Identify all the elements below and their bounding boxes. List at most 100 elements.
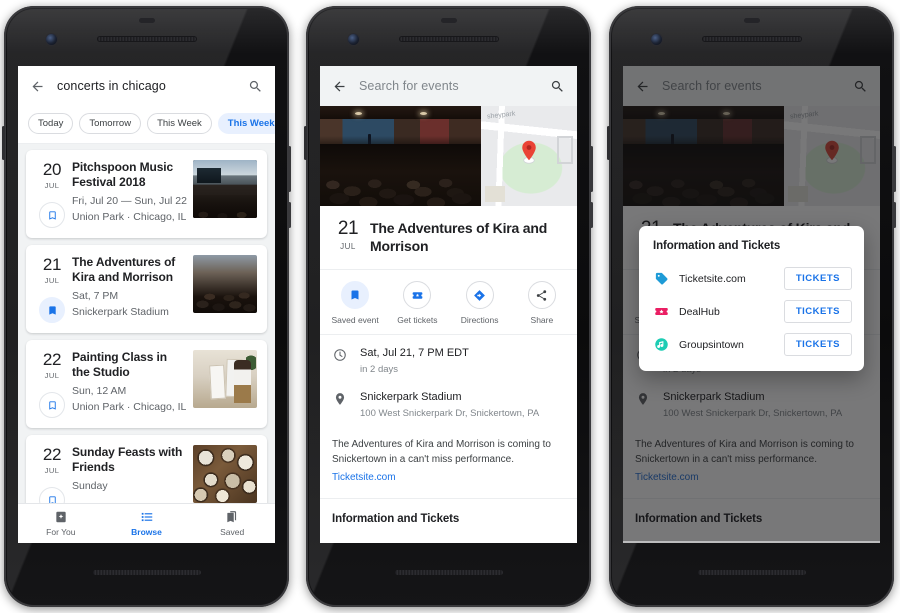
chip-today[interactable]: Today xyxy=(28,113,74,134)
event-datetime: Sat, Jul 21, 7 PM EDT xyxy=(360,347,469,359)
nav-browse[interactable]: Browse xyxy=(104,504,190,543)
action-label: Share xyxy=(530,315,554,325)
bookmark-outline-icon[interactable] xyxy=(39,202,65,228)
phone-search-list: concerts in chicago Today Tomorrow This … xyxy=(2,6,291,607)
phone-screen: Search for events sheypark xyxy=(623,66,880,543)
event-header: 21 JUL The Adventures of Kira and Morris… xyxy=(320,206,577,270)
event-month: JUL xyxy=(44,371,60,380)
phone-screen: Search for events sheypark xyxy=(320,66,577,543)
action-label: Directions xyxy=(460,315,499,325)
clock-icon xyxy=(332,346,348,362)
tickets-button[interactable]: TICKETS xyxy=(783,300,852,323)
list-item[interactable]: Groupsintown TICKETS xyxy=(639,328,864,361)
vendor-name: Ticketsite.com xyxy=(679,272,746,285)
bottom-navigation[interactable]: For You Browse Saved xyxy=(18,503,275,543)
front-camera-icon xyxy=(651,34,662,45)
arrow-back-icon[interactable] xyxy=(332,79,347,94)
phone-event-detail: Search for events sheypark 21 JUL The Ad… xyxy=(304,6,593,607)
earpiece-grille xyxy=(701,36,802,42)
event-month: JUL xyxy=(44,466,60,475)
search-input[interactable]: concerts in chicago xyxy=(57,79,236,93)
event-thumbnail xyxy=(193,160,257,218)
search-icon[interactable] xyxy=(248,79,263,94)
event-date: 22 JUL xyxy=(32,350,72,418)
proximity-sensor xyxy=(743,18,760,23)
table-row[interactable]: 20 JUL Pitchspoon Music Festival 2018 Fr… xyxy=(26,150,267,238)
bookmark-filled-icon[interactable] xyxy=(341,281,370,309)
event-when: Sat, 7 PM xyxy=(72,290,119,303)
information-and-tickets-dialog: Information and Tickets Ticketsite.com T… xyxy=(639,226,864,371)
sparkle-badge-icon xyxy=(56,511,66,523)
event-info-rows: Sat, Jul 21, 7 PM EDT in 2 days Snickerp… xyxy=(320,335,577,434)
event-when: Sun, 12 AM xyxy=(72,385,127,398)
power-button[interactable] xyxy=(288,146,291,192)
event-day: 22 xyxy=(42,445,62,464)
bookmark-outline-icon[interactable] xyxy=(39,392,65,418)
share-icon[interactable] xyxy=(527,281,556,309)
directions-icon[interactable] xyxy=(465,281,494,309)
action-saved-event[interactable]: Saved event xyxy=(324,281,386,325)
description-link[interactable]: Ticketsite.com xyxy=(332,472,396,483)
map-pin-icon xyxy=(522,140,536,164)
speaker-grille xyxy=(92,570,201,575)
volume-button[interactable] xyxy=(590,202,593,228)
nav-for-you[interactable]: For You xyxy=(18,504,104,543)
search-bar[interactable]: Search for events xyxy=(320,66,577,106)
nav-saved[interactable]: Saved xyxy=(189,504,275,543)
chip-tomorrow[interactable]: Tomorrow xyxy=(79,113,142,134)
event-list[interactable]: 20 JUL Pitchspoon Music Festival 2018 Fr… xyxy=(18,144,275,520)
power-button[interactable] xyxy=(590,146,593,192)
description-text: The Adventures of Kira and Morrison is c… xyxy=(332,439,551,466)
arrow-back-icon[interactable] xyxy=(30,79,45,94)
bookmarks-stack-icon xyxy=(227,511,237,523)
table-row[interactable]: 21 JUL The Adventures of Kira and Morris… xyxy=(26,245,267,333)
dialog-title: Information and Tickets xyxy=(653,240,781,252)
date-filter-chips[interactable]: Today Tomorrow This Week This Weekend xyxy=(18,106,275,144)
action-directions[interactable]: Directions xyxy=(449,281,511,325)
search-input[interactable]: Search for events xyxy=(359,79,538,93)
time-row: Sat, Jul 21, 7 PM EDT in 2 days xyxy=(332,346,565,377)
tickets-button[interactable]: TICKETS xyxy=(783,267,852,290)
venue-address: 100 West Snickerpark Dr, Snickertown, PA xyxy=(360,407,540,419)
event-day: 20 xyxy=(42,160,62,179)
power-button[interactable] xyxy=(893,146,896,192)
music-note-circle-icon xyxy=(653,337,670,352)
search-icon[interactable] xyxy=(550,79,565,94)
event-when: Sunday xyxy=(72,480,108,493)
list-item[interactable]: Ticketsite.com TICKETS xyxy=(639,262,864,295)
speaker-grille xyxy=(394,570,503,575)
event-hero: sheypark xyxy=(320,106,577,206)
ticket-star-icon xyxy=(653,304,670,319)
event-venue: Union Park · Chicago, IL xyxy=(72,401,187,414)
place-row[interactable]: Snickerpark Stadium 100 West Snickerpark… xyxy=(332,390,565,421)
event-day: 22 xyxy=(42,350,62,369)
nav-label: Saved xyxy=(220,527,245,537)
table-row[interactable]: 22 JUL Painting Class in the Studio Sun,… xyxy=(26,340,267,428)
venue-map[interactable]: sheypark xyxy=(481,106,577,206)
chip-this-week[interactable]: This Week xyxy=(147,113,212,134)
event-venue: Union Park · Chicago, IL xyxy=(72,211,187,224)
event-thumbnail xyxy=(193,350,257,408)
event-countdown: in 2 days xyxy=(360,363,399,375)
action-get-tickets[interactable]: Get tickets xyxy=(386,281,448,325)
event-month: JUL xyxy=(340,242,356,251)
action-share[interactable]: Share xyxy=(511,281,573,325)
proximity-sensor xyxy=(440,18,457,23)
section-title-information-and-tickets: Information and Tickets xyxy=(320,499,577,542)
event-date: 21 JUL xyxy=(326,219,370,255)
chip-this-weekend[interactable]: This Weekend xyxy=(217,113,275,134)
action-label: Get tickets xyxy=(397,315,438,325)
bookmark-filled-icon[interactable] xyxy=(39,297,65,323)
list-item[interactable]: DealHub TICKETS xyxy=(639,295,864,328)
page-title: The Adventures of Kira and Morrison xyxy=(370,220,548,254)
sim-tray xyxy=(2,126,5,160)
event-thumbnail xyxy=(193,445,257,503)
volume-button[interactable] xyxy=(288,202,291,228)
vendor-name: DealHub xyxy=(679,305,720,318)
event-day: 21 xyxy=(42,255,62,274)
volume-button[interactable] xyxy=(893,202,896,228)
action-row[interactable]: Saved event Get tickets xyxy=(320,270,577,335)
tickets-button[interactable]: TICKETS xyxy=(783,333,852,356)
ticket-icon[interactable] xyxy=(403,281,432,309)
search-bar[interactable]: concerts in chicago xyxy=(18,66,275,106)
